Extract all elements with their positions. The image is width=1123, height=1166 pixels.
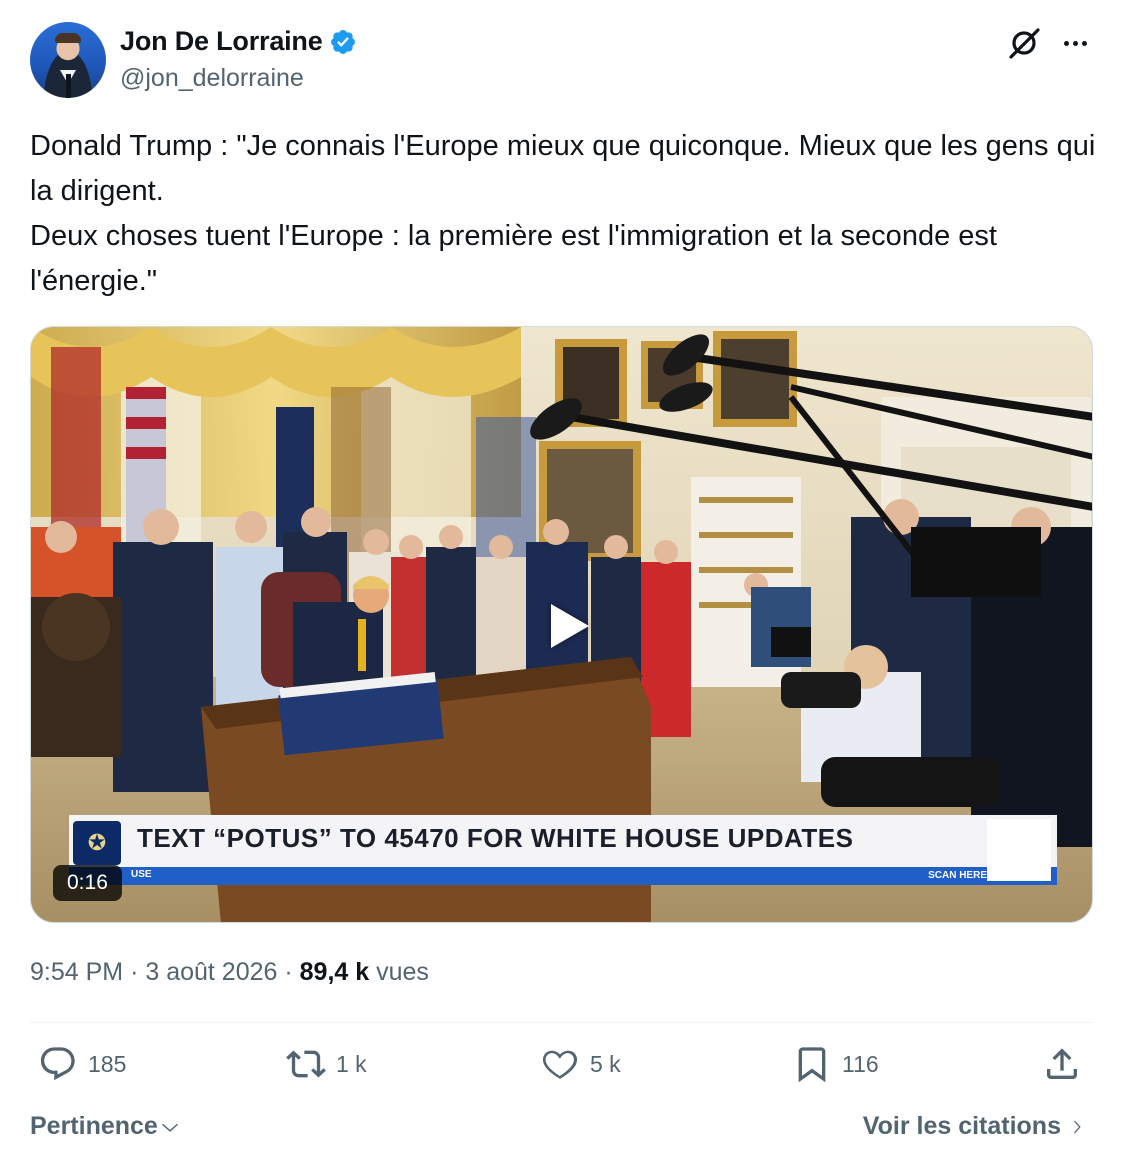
- tweet-date[interactable]: 3 août 2026: [145, 958, 277, 986]
- view-quotes-label: Voir les citations: [862, 1112, 1061, 1140]
- qr-code: [987, 819, 1051, 881]
- grok-icon[interactable]: [1007, 26, 1041, 60]
- author-name-row: Jon De Lorraine: [120, 26, 357, 57]
- author-display-name[interactable]: Jon De Lorraine: [120, 26, 323, 57]
- sort-label: Pertinence: [30, 1112, 158, 1140]
- tweet-time[interactable]: 9:54 PM: [30, 958, 123, 986]
- chyron-bar-right-text: SCAN HERE: [928, 870, 987, 881]
- reply-icon: [40, 1047, 75, 1081]
- meta-separator: ·: [130, 958, 139, 986]
- video-chyron: ✪ TEXT “POTUS” TO 45470 FOR WHITE HOUSE …: [69, 815, 1057, 885]
- chevron-right-icon: [1074, 1120, 1081, 1133]
- tweet-header: Jon De Lorraine @jon_delorraine: [30, 22, 1093, 102]
- share-button[interactable]: [1042, 1044, 1082, 1084]
- video-duration-badge: 0:16: [53, 865, 122, 901]
- replies-footer: Pertinence Voir les citations: [30, 1110, 1093, 1146]
- chevron-down-icon: [161, 1123, 178, 1132]
- more-icon[interactable]: [1059, 30, 1091, 56]
- repost-button[interactable]: 1 k: [286, 1044, 367, 1084]
- author-handle[interactable]: @jon_delorraine: [120, 64, 304, 93]
- reply-button[interactable]: 185: [38, 1044, 126, 1084]
- chyron-text: TEXT “POTUS” TO 45470 FOR WHITE HOUSE UP…: [137, 823, 854, 853]
- views-label: vues: [376, 958, 429, 986]
- bookmark-button[interactable]: 116: [792, 1044, 879, 1084]
- video-player[interactable]: ✪ TEXT “POTUS” TO 45470 FOR WHITE HOUSE …: [30, 326, 1093, 923]
- divider: [30, 1022, 1093, 1023]
- repost-count: 1 k: [336, 1050, 367, 1077]
- share-icon: [1047, 1048, 1077, 1079]
- avatar[interactable]: [30, 22, 106, 98]
- like-count: 5 k: [590, 1050, 621, 1077]
- tweet-actions: 185 1 k 5 k 116: [30, 1044, 1093, 1094]
- play-icon: [551, 604, 589, 648]
- like-icon: [542, 1050, 578, 1079]
- reply-count: 185: [88, 1050, 127, 1077]
- play-button[interactable]: [529, 589, 603, 663]
- view-quotes-link[interactable]: Voir les citations: [863, 1112, 1087, 1141]
- meta-separator-2: ·: [284, 958, 293, 986]
- views-count: 89,4 k: [299, 958, 370, 986]
- tweet-meta: 9:54 PM · 3 août 2026 · 89,4 k vues: [30, 958, 429, 987]
- sort-dropdown[interactable]: Pertinence: [30, 1112, 180, 1141]
- bookmark-count: 116: [842, 1050, 879, 1077]
- tweet-text: Donald Trump : "Je connais l'Europe mieu…: [30, 130, 1096, 297]
- verified-badge-icon: [330, 29, 355, 54]
- chyron-bar-left-text: USE: [131, 869, 152, 880]
- chyron-bar: USE SCAN HERE: [69, 867, 1057, 885]
- like-button[interactable]: 5 k: [540, 1044, 621, 1084]
- repost-icon: [286, 1050, 326, 1078]
- presidential-seal-icon: ✪: [73, 821, 121, 865]
- bookmark-icon: [798, 1047, 826, 1083]
